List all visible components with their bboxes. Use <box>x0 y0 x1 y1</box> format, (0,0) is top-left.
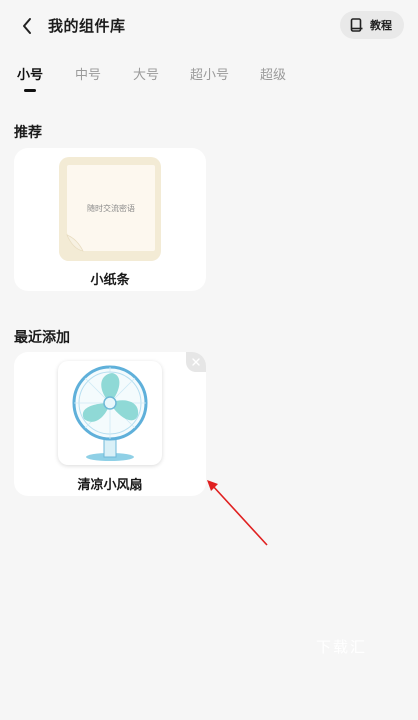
annotation-arrow-icon <box>207 480 268 546</box>
watermark: 下载汇 <box>316 638 368 656</box>
